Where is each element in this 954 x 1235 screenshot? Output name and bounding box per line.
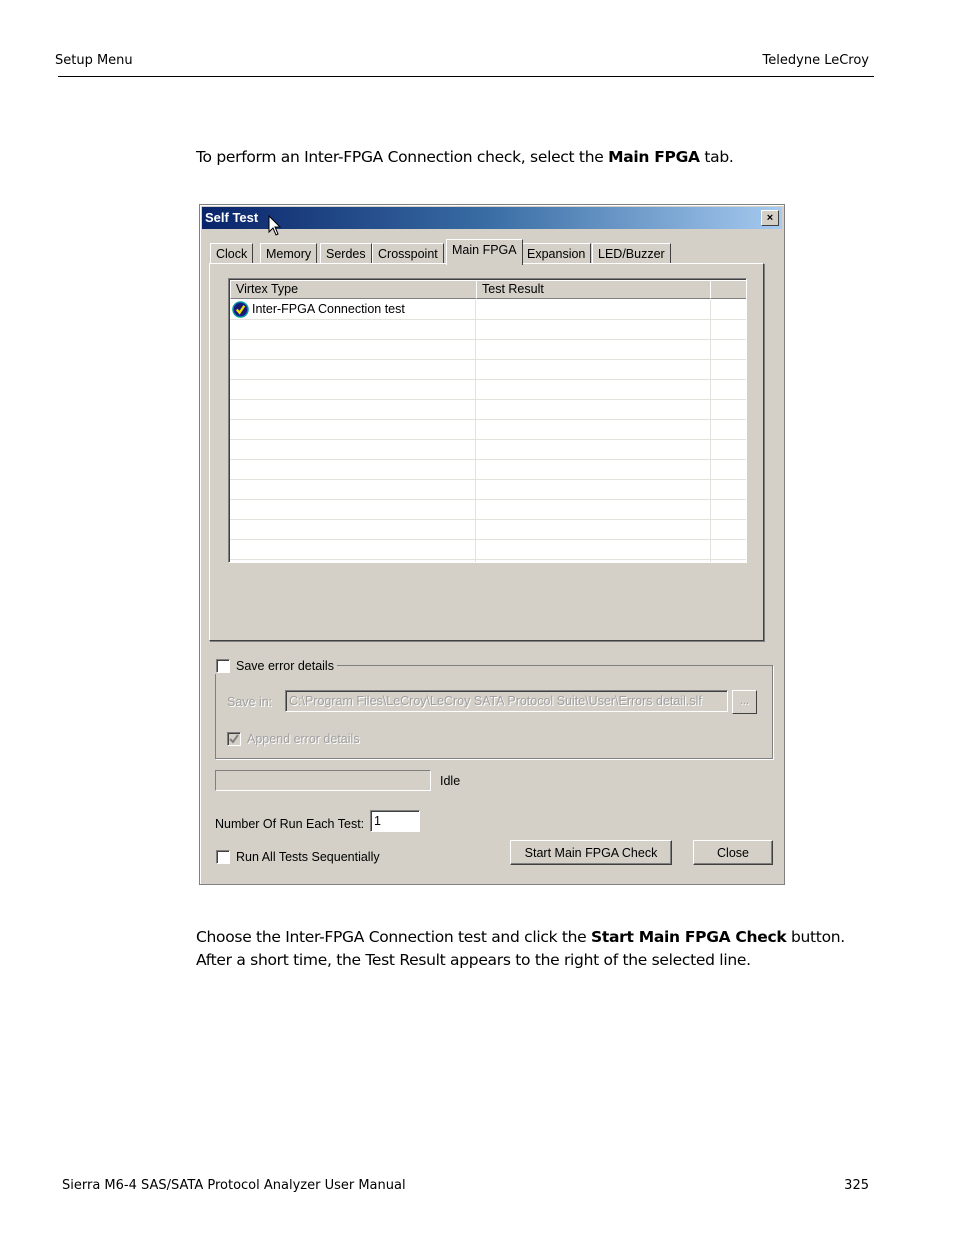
running-header-section: Setup Menu xyxy=(55,53,133,68)
test-list[interactable]: Virtex Type Test Result Inter-FPGA Conne… xyxy=(228,278,747,563)
instructions-suffix: button. xyxy=(786,928,845,946)
list-row[interactable] xyxy=(230,460,746,480)
list-row[interactable] xyxy=(230,420,746,440)
mouse-cursor-icon xyxy=(268,215,282,236)
close-icon[interactable]: × xyxy=(761,210,779,226)
browse-button[interactable]: ... xyxy=(732,690,757,714)
row-virtex-type: Inter-FPGA Connection test xyxy=(252,302,405,316)
list-row[interactable] xyxy=(230,520,746,540)
append-error-details-label: Append error details xyxy=(247,731,360,746)
instructions-line-2: After a short time, the Test Result appe… xyxy=(196,951,751,969)
save-in-path-field[interactable]: C:\Program Files\LeCroy\LeCroy SATA Prot… xyxy=(285,690,728,712)
list-row[interactable] xyxy=(230,380,746,400)
list-row[interactable] xyxy=(230,480,746,500)
runs-input[interactable]: 1 xyxy=(370,810,420,832)
checkmark-icon xyxy=(229,734,239,744)
running-header-company: Teledyne LeCroy xyxy=(762,53,869,68)
intro-text: To perform an Inter-FPGA Connection chec… xyxy=(196,148,609,166)
tab-expansion[interactable]: Expansion xyxy=(521,243,592,264)
runs-label: Number Of Run Each Test: xyxy=(215,817,365,831)
checkbox-box[interactable] xyxy=(216,849,230,864)
checkmark-badge-icon xyxy=(232,301,249,318)
list-row[interactable] xyxy=(230,540,746,560)
progress-bar xyxy=(215,770,431,791)
run-all-tests-checkbox[interactable]: Run All Tests Sequentially xyxy=(216,849,380,864)
list-row[interactable] xyxy=(230,340,746,360)
list-row[interactable]: Inter-FPGA Connection test xyxy=(230,300,746,320)
tab-led-buzzer[interactable]: LED/Buzzer xyxy=(592,243,671,264)
instructions-paragraph: Choose the Inter-FPGA Connection test an… xyxy=(196,926,845,972)
intro-paragraph: To perform an Inter-FPGA Connection chec… xyxy=(196,146,734,169)
list-row[interactable] xyxy=(230,360,746,380)
tab-crosspoint[interactable]: Crosspoint xyxy=(372,243,444,264)
list-row[interactable] xyxy=(230,440,746,460)
self-test-dialog: Self Test × Clock Memory Serdes Crosspoi… xyxy=(199,204,785,885)
column-header-test-result[interactable]: Test Result xyxy=(476,280,711,299)
save-error-details-checkbox[interactable]: Save error details xyxy=(216,658,334,673)
tab-clock[interactable]: Clock xyxy=(210,243,254,264)
intro-suffix: tab. xyxy=(699,148,734,166)
instructions-bold: Start Main FPGA Check xyxy=(591,928,787,946)
column-header-virtex-type[interactable]: Virtex Type xyxy=(230,280,477,299)
start-main-fpga-check-button[interactable]: Start Main FPGA Check xyxy=(510,840,672,865)
column-header-extra[interactable] xyxy=(710,280,746,299)
append-error-details-checkbox[interactable]: Append error details xyxy=(227,731,360,746)
status-text: Idle xyxy=(440,774,461,788)
tab-main-fpga[interactable]: Main FPGA xyxy=(446,239,523,265)
save-error-details-label: Save error details xyxy=(236,658,334,673)
save-in-label: Save in: xyxy=(227,695,273,709)
list-header: Virtex Type Test Result xyxy=(230,280,746,299)
list-row[interactable] xyxy=(230,400,746,420)
footer-manual-title: Sierra M6-4 SAS/SATA Protocol Analyzer U… xyxy=(62,1178,406,1193)
tab-memory[interactable]: Memory xyxy=(260,243,318,264)
header-rule xyxy=(58,76,874,77)
list-rows: Inter-FPGA Connection test xyxy=(230,300,746,560)
tab-serdes[interactable]: Serdes xyxy=(320,243,372,264)
list-row[interactable] xyxy=(230,320,746,340)
page-number: 325 xyxy=(844,1178,869,1193)
checkbox-box[interactable] xyxy=(216,658,230,673)
list-row[interactable] xyxy=(230,500,746,520)
title-bar[interactable]: Self Test × xyxy=(202,207,782,229)
instructions-line-1: Choose the Inter-FPGA Connection test an… xyxy=(196,926,845,949)
dialog-title: Self Test xyxy=(205,210,259,225)
close-button[interactable]: Close xyxy=(693,840,773,865)
checkbox-box[interactable] xyxy=(227,731,241,746)
run-all-tests-label: Run All Tests Sequentially xyxy=(236,849,380,864)
instructions-text: Choose the Inter-FPGA Connection test an… xyxy=(196,928,592,946)
intro-bold: Main FPGA xyxy=(608,148,700,166)
